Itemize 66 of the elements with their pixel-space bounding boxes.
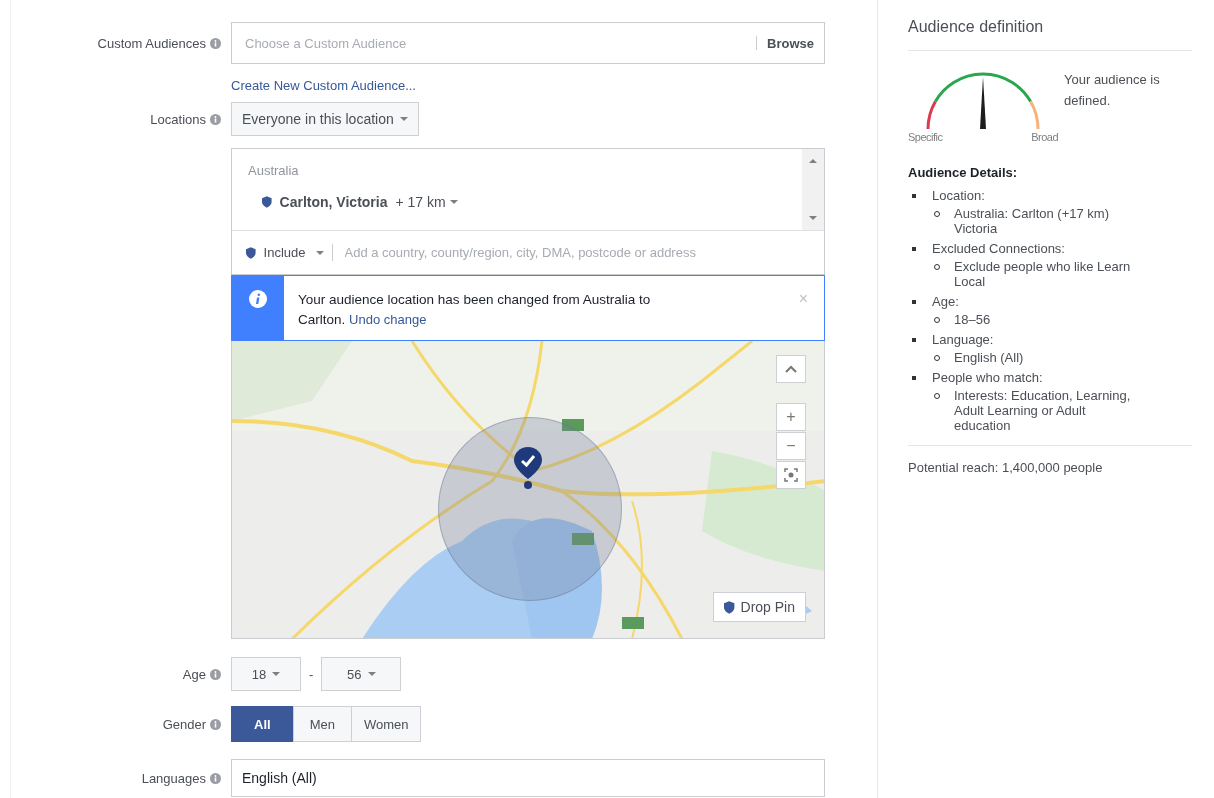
zoom-in-button[interactable]: + bbox=[776, 403, 806, 431]
include-dropdown[interactable]: Include bbox=[263, 245, 324, 260]
languages-field[interactable]: English (All) bbox=[231, 759, 825, 797]
gender-option[interactable]: Men bbox=[292, 706, 352, 742]
gauge-min-label: Specific bbox=[908, 131, 943, 143]
caret-icon bbox=[367, 672, 376, 676]
pin-icon bbox=[246, 246, 256, 259]
details-title: Audience Details: bbox=[908, 165, 1019, 180]
bullet-icon bbox=[912, 375, 916, 380]
bullet-icon bbox=[912, 299, 916, 304]
field-label: Languages bbox=[141, 770, 206, 786]
detail-label: Excluded Connections: bbox=[932, 241, 1065, 256]
detail-value: English (All) bbox=[954, 350, 1024, 365]
audience-status: Your audience is defined. bbox=[1064, 71, 1161, 110]
pin-icon bbox=[262, 196, 272, 208]
notice-text: Your audience location has been changed from Australia to Carlton. Undo change bbox=[297, 291, 652, 329]
recenter-button[interactable] bbox=[776, 461, 806, 489]
map-pin-icon bbox=[514, 447, 542, 491]
field-label: Age bbox=[182, 666, 206, 682]
caret-icon bbox=[449, 200, 458, 204]
detail-value: Australia: Carlton (+17 km) Victoria bbox=[954, 206, 1110, 236]
radius-dropdown[interactable]: + 17 km bbox=[395, 194, 458, 210]
info-icon[interactable] bbox=[210, 718, 221, 730]
undo-change-link[interactable]: Undo change bbox=[349, 312, 427, 327]
scrollbar[interactable] bbox=[802, 149, 824, 230]
detail-label: Location: bbox=[932, 188, 985, 203]
field-label: Custom Audiences bbox=[97, 35, 206, 51]
browse-button[interactable]: Browse bbox=[767, 35, 814, 51]
caret-icon bbox=[315, 250, 324, 255]
detail-value: Exclude people who like Learn Local bbox=[954, 259, 1132, 289]
detail-label: Age: bbox=[932, 294, 959, 309]
detail-value: Interests: Education, Learning, Adult Learning or Adult education bbox=[954, 388, 1132, 433]
create-audience-link[interactable]: Create New Custom Audience... bbox=[231, 78, 416, 93]
info-icon[interactable] bbox=[210, 113, 221, 125]
potential-reach: Potential reach: 1,400,000 people bbox=[908, 445, 1192, 475]
gauge-max-label: Broad bbox=[1031, 131, 1058, 143]
info-icon[interactable] bbox=[210, 668, 221, 680]
field-label: Gender bbox=[162, 716, 206, 732]
age-separator: - bbox=[309, 666, 314, 682]
bullet-icon bbox=[912, 246, 916, 251]
info-icon[interactable] bbox=[210, 37, 221, 49]
focus-icon bbox=[784, 468, 798, 482]
gender-option[interactable]: All bbox=[231, 706, 294, 742]
field-label: Locations bbox=[150, 111, 206, 127]
info-icon[interactable] bbox=[210, 772, 221, 784]
bullet-icon bbox=[912, 337, 916, 342]
location-name: Carlton, Victoria bbox=[279, 194, 388, 210]
drop-pin-button[interactable]: Drop Pin bbox=[713, 592, 806, 622]
custom-audience-field[interactable]: Choose a Custom Audience Browse bbox=[231, 22, 825, 64]
age-min-dropdown[interactable]: 18 bbox=[231, 657, 301, 691]
info-icon bbox=[249, 290, 267, 308]
sidebar-title: Audience definition bbox=[908, 18, 1192, 51]
detail-label: Language: bbox=[932, 332, 994, 347]
detail-value: 18–56 bbox=[954, 312, 991, 327]
caret-icon bbox=[399, 117, 408, 121]
collapse-map-button[interactable] bbox=[776, 355, 806, 383]
location-type-dropdown[interactable]: Everyone in this location bbox=[231, 102, 419, 136]
chevron-up-icon bbox=[785, 365, 797, 373]
gender-option[interactable]: Women bbox=[350, 706, 422, 742]
detail-label: People who match: bbox=[932, 370, 1043, 385]
age-max-dropdown[interactable]: 56 bbox=[321, 657, 402, 691]
zoom-out-button[interactable]: − bbox=[776, 432, 806, 460]
country-label: Australia bbox=[248, 163, 300, 178]
bullet-icon bbox=[912, 193, 916, 198]
caret-icon bbox=[272, 672, 281, 676]
pin-icon bbox=[724, 600, 735, 614]
